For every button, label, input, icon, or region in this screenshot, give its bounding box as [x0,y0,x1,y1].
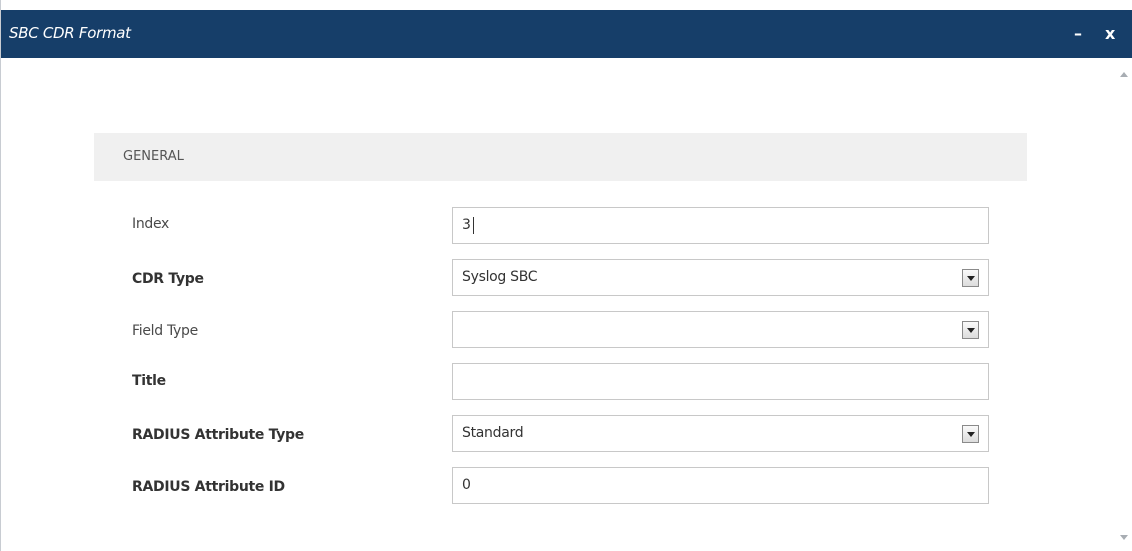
general-section-header: GENERAL [94,133,1027,181]
dialog-titlebar: SBC CDR Format – x [1,10,1132,58]
title-label: Title [132,373,166,389]
vertical-scrollbar[interactable] [1115,58,1132,551]
chevron-down-icon[interactable] [962,425,979,443]
dialog-title: SBC CDR Format [9,24,131,42]
minimize-button[interactable]: – [1074,24,1082,44]
close-button[interactable]: x [1105,24,1115,44]
cdr-type-value: Syslog SBC [462,269,538,285]
text-cursor [473,217,474,234]
radius-attribute-id-label: RADIUS Attribute ID [132,479,285,495]
chevron-down-icon[interactable] [962,321,979,339]
radius-attribute-type-select[interactable]: Standard [452,415,989,452]
index-input[interactable]: 3 [452,207,989,244]
field-type-select[interactable] [452,311,989,348]
cdr-type-select[interactable]: Syslog SBC [452,259,989,296]
radius-attribute-id-value: 0 [462,477,471,493]
radius-attribute-type-label: RADIUS Attribute Type [132,427,304,443]
index-label: Index [132,216,170,232]
title-input[interactable] [452,363,989,400]
radius-attribute-type-value: Standard [462,425,524,441]
cdr-type-label: CDR Type [132,271,204,287]
scroll-up-icon[interactable] [1120,72,1128,77]
index-value: 3 [462,217,471,233]
section-title: GENERAL [123,149,184,164]
sbc-cdr-format-dialog: SBC CDR Format – x GENERAL Index 3 CDR T… [0,0,1132,551]
scroll-down-icon[interactable] [1120,535,1128,540]
chevron-down-icon[interactable] [962,269,979,287]
radius-attribute-id-input[interactable]: 0 [452,467,989,504]
field-type-label: Field Type [132,323,198,339]
